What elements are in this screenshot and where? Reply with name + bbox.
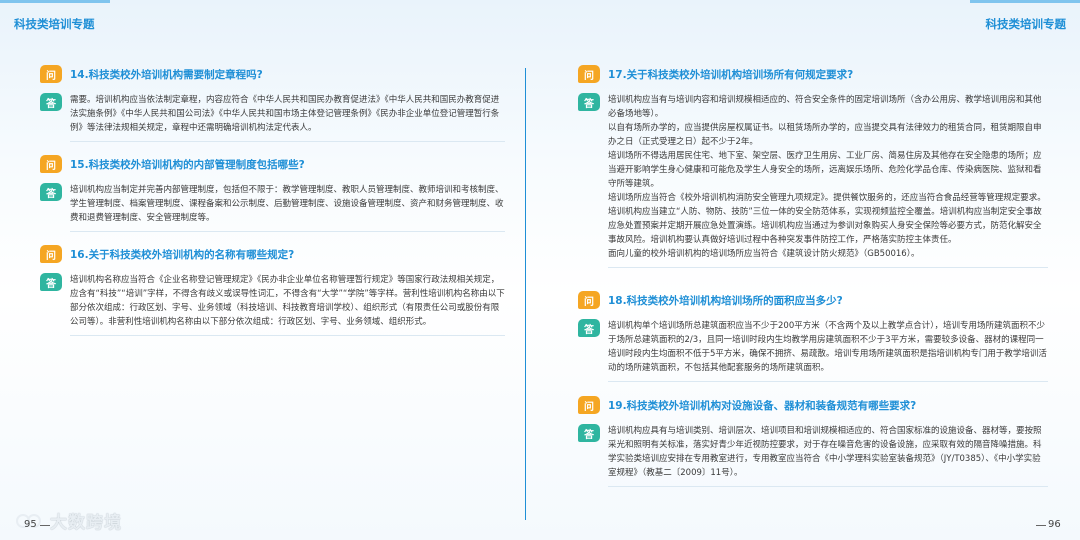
header-accent-line (970, 0, 1080, 3)
left-page: 科技类培训专题 问 14.科技类校外培训机构需要制定章程吗? 答需要。培训机构应当… (0, 0, 540, 540)
left-header-title: 科技类培训专题 (14, 17, 95, 31)
answer-badge-icon: 答 (578, 319, 600, 337)
answer-text: 培训机构应当制定并完善内部管理制度，包括但不限于：教学管理制度、教职人员管理制度… (70, 185, 504, 223)
qa-item-16: 问 16.关于科技类校外培训机构的名称有哪些规定? 答培训机构名称应当符合《企业名… (40, 244, 505, 336)
question-badge-icon: 问 (40, 65, 62, 83)
answer-badge-icon: 答 (40, 93, 62, 111)
divider (608, 486, 1048, 487)
question-title: 17.关于科技类校外培训机构培训场所有何规定要求? (608, 68, 854, 81)
answer-text: 培训机构应当有与培训内容和培训规模相适应的、符合安全条件的固定培训场所（含办公用… (608, 95, 1046, 259)
question-badge-icon: 问 (40, 155, 62, 173)
page-number-rule (1036, 525, 1046, 526)
watermark-text: 大数跨境 (50, 513, 122, 533)
question-title: 19.科技类校外培训机构对设施设备、器材和装备规范有哪些要求? (608, 399, 917, 412)
left-page-number: 95 (24, 519, 37, 530)
divider (70, 231, 505, 232)
right-header-title: 科技类培训专题 (985, 17, 1067, 31)
header-accent-line (0, 0, 110, 3)
page-number-rule (40, 525, 50, 526)
divider (608, 267, 1048, 268)
question-title: 14.科技类校外培训机构需要制定章程吗? (70, 68, 263, 81)
question-badge-icon: 问 (40, 245, 62, 263)
question-badge-icon: 问 (578, 65, 600, 83)
qa-item-19: 问 19.科技类校外培训机构对设施设备、器材和装备规范有哪些要求? 答培训机构应具… (578, 395, 1048, 487)
answer-text: 需要。培训机构应当依法制定章程，内容应符合《中华人民共和国民办教育促进法》《中华… (70, 95, 500, 133)
question-title: 15.科技类校外培训机构的内部管理制度包括哪些? (70, 158, 305, 171)
question-badge-icon: 问 (578, 396, 600, 414)
answer-badge-icon: 答 (578, 424, 600, 442)
answer-badge-icon: 答 (40, 273, 62, 291)
right-page: 科技类培训专题 问 17.关于科技类校外培训机构培训场所有何规定要求? 答 培训机… (540, 0, 1080, 540)
answer-badge-icon: 答 (578, 93, 600, 111)
answer-text: 培训机构名称应当符合《企业名称登记管理规定》《民办非企业单位名称管理暂行规定》等… (70, 275, 505, 327)
answer-text: 培训机构应具有与培训类别、培训层次、培训项目和培训规模相适应的、符合国家标准的设… (608, 426, 1042, 478)
answer-text: 培训机构单个培训场所总建筑面积应当不少于200平方米（不含两个及以上教学点合计）… (608, 321, 1047, 373)
qa-item-18: 问 18.科技类校外培训机构培训场所的面积应当多少? 答培训机构单个培训场所总建筑… (578, 290, 1048, 382)
divider (608, 381, 1048, 382)
question-title: 18.科技类校外培训机构培训场所的面积应当多少? (608, 294, 843, 307)
divider (70, 335, 505, 336)
qa-item-15: 问 15.科技类校外培训机构的内部管理制度包括哪些? 答培训机构应当制定并完善内部… (40, 154, 505, 232)
question-badge-icon: 问 (578, 291, 600, 309)
answer-badge-icon: 答 (40, 183, 62, 201)
divider (70, 141, 505, 142)
qa-item-17: 问 17.关于科技类校外培训机构培训场所有何规定要求? 答 培训机构应当有与培训内… (578, 64, 1048, 268)
column-divider (525, 68, 526, 520)
question-title: 16.关于科技类校外培训机构的名称有哪些规定? (70, 248, 295, 261)
right-page-number: 96 (1048, 519, 1061, 530)
qa-item-14: 问 14.科技类校外培训机构需要制定章程吗? 答需要。培训机构应当依法制定章程，内… (40, 64, 505, 142)
